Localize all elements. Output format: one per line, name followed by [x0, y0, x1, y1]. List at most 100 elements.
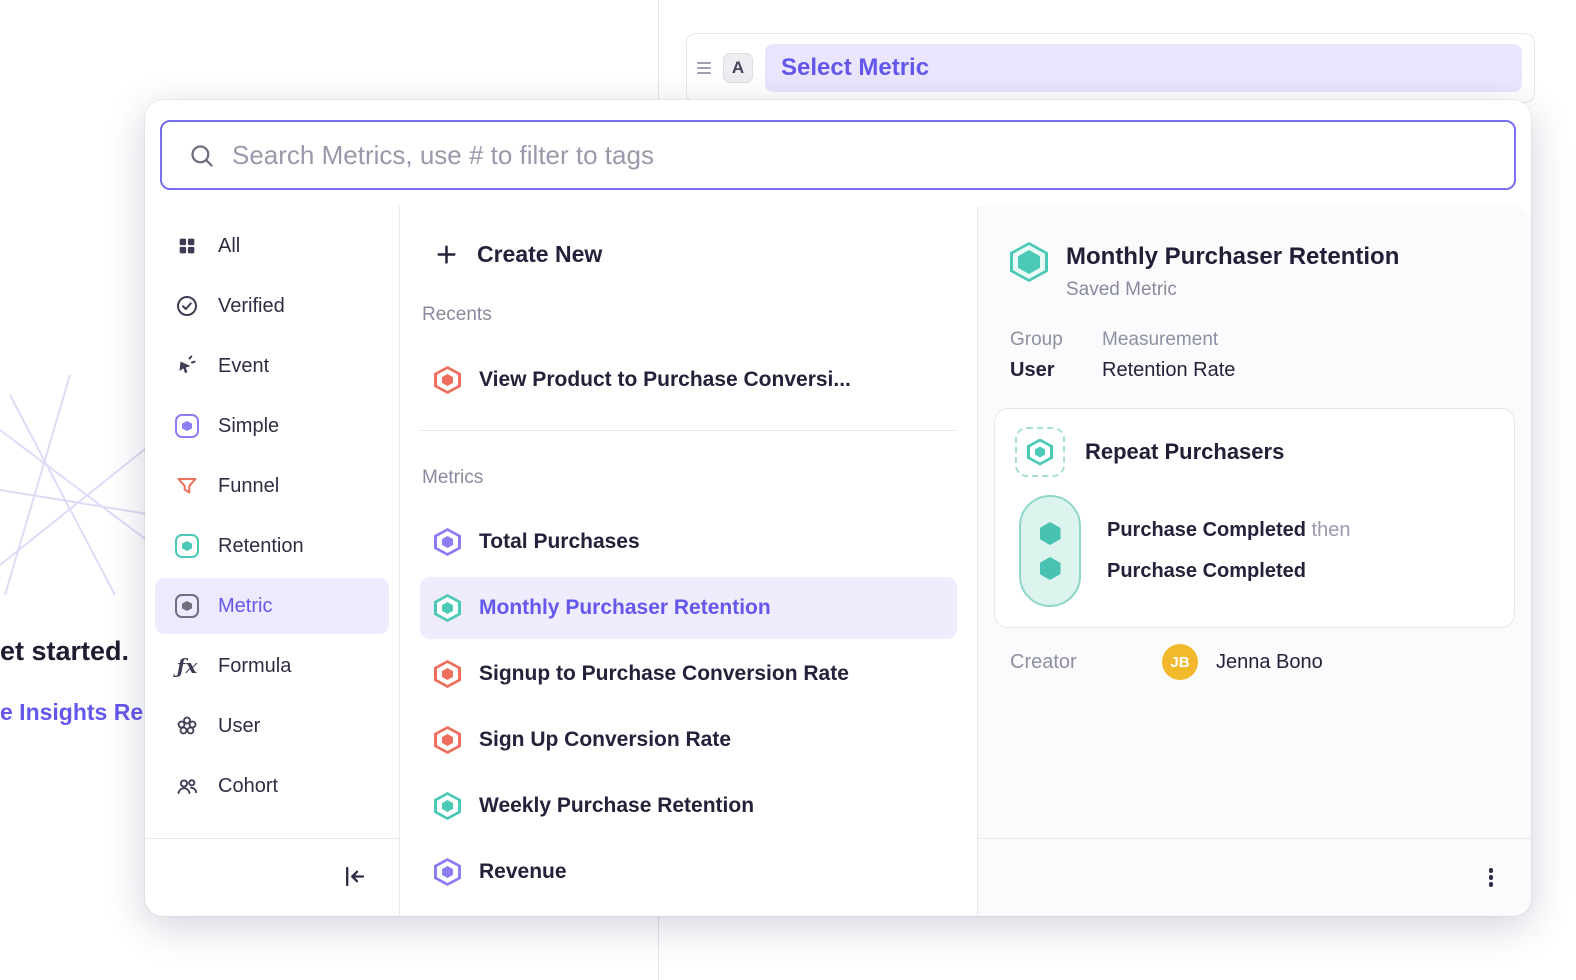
collapse-left-icon [341, 863, 368, 890]
background-heading-cut: et started. [0, 636, 129, 667]
detail-header: Monthly Purchaser Retention Saved Metric [1010, 242, 1515, 301]
results-column: Create New Recents View Product to Purch… [400, 206, 978, 916]
detail-properties: Group User Measurement Retention Rate [1010, 329, 1515, 382]
user-icon [175, 714, 199, 738]
grid-icon [175, 234, 199, 258]
sidebar-item-simple[interactable]: Simple [155, 398, 389, 454]
retention-metric-hexagon-icon [1027, 439, 1053, 466]
creator-avatar: JB [1162, 644, 1198, 680]
step-two-event: Purchase Completed [1107, 560, 1306, 582]
divider [420, 430, 957, 431]
event-cursor-icon [175, 354, 199, 378]
select-metric-label: Select Metric [781, 54, 929, 82]
sidebar-footer [145, 838, 399, 916]
metric-search-modal: All Verified Event Simple [145, 100, 1531, 916]
sidebar-item-all[interactable]: All [155, 218, 389, 274]
metric-icon [175, 594, 199, 618]
sidebar-item-formula[interactable]: ƒx Formula [155, 638, 389, 694]
search-icon [188, 142, 215, 169]
recents-heading: Recents [420, 304, 957, 326]
sidebar-item-label: User [218, 715, 260, 738]
sidebar-item-user[interactable]: User [155, 698, 389, 754]
plus-icon [434, 242, 459, 267]
metric-list-item-selected[interactable]: Monthly Purchaser Retention [420, 577, 957, 639]
step-connector: then [1312, 519, 1351, 541]
metric-item-label: Total Purchases [479, 530, 640, 554]
sidebar-item-label: Metric [218, 595, 272, 618]
simple-metric-hexagon-icon [434, 858, 461, 886]
funnel-icon [175, 474, 199, 498]
funnel-metric-hexagon-icon [434, 726, 461, 754]
sidebar-item-cohort[interactable]: Cohort [155, 758, 389, 814]
simple-metric-hexagon-icon [434, 528, 461, 556]
step-hexagon-icon [1040, 557, 1061, 580]
funnel-metric-hexagon-icon [434, 660, 461, 688]
metric-picker-bar: A Select Metric [686, 33, 1535, 103]
step-one-event: Purchase Completed [1107, 519, 1306, 541]
step-two: Purchase Completed [1107, 551, 1350, 592]
sidebar-item-metric[interactable]: Metric [155, 578, 389, 634]
metric-item-label: Weekly Purchase Retention [479, 794, 754, 818]
search-box [160, 120, 1516, 190]
metric-list-item[interactable]: Total Purchases [420, 511, 957, 573]
creator-name: Jenna Bono [1216, 651, 1323, 674]
recent-metric-label: View Product to Purchase Conversi... [479, 368, 851, 392]
recent-metric-item[interactable]: View Product to Purchase Conversi... [420, 350, 957, 410]
metric-item-label: Monthly Purchaser Retention [479, 596, 771, 620]
step-hexagon-icon [1040, 522, 1061, 545]
metric-list-item[interactable]: Signup to Purchase Conversion Rate [420, 643, 957, 705]
metric-list-item[interactable]: Sign Up Conversion Rate [420, 709, 957, 771]
sidebar-item-verified[interactable]: Verified [155, 278, 389, 334]
metric-definition-card: Repeat Purchasers Purchase Completed the… [994, 408, 1515, 628]
simple-metric-icon [175, 414, 199, 438]
group-value: User [1010, 359, 1102, 382]
sidebar-item-label: Cohort [218, 775, 278, 798]
metric-list: Total Purchases Monthly Purchaser Retent… [420, 511, 957, 903]
search-input[interactable] [232, 122, 1494, 188]
background-link-cut[interactable]: e Insights Re [0, 699, 143, 726]
metric-list-item[interactable]: Revenue [420, 841, 957, 903]
metric-item-label: Revenue [479, 860, 567, 884]
create-new-label: Create New [477, 241, 602, 268]
retention-metric-hexagon-icon [434, 594, 461, 622]
verified-badge-icon [175, 294, 199, 318]
sidebar-item-label: Simple [218, 415, 279, 438]
collapse-sidebar-button[interactable] [339, 863, 369, 893]
retention-steps-pill [1019, 495, 1081, 607]
sidebar-item-label: Formula [218, 655, 291, 678]
metric-detail-panel: Monthly Purchaser Retention Saved Metric… [978, 206, 1531, 916]
sidebar-item-funnel[interactable]: Funnel [155, 458, 389, 514]
retention-metric-hexagon-icon [434, 792, 461, 820]
saved-metric-dashed-icon [1015, 427, 1065, 477]
detail-footer [978, 838, 1531, 916]
detail-type-label: Saved Metric [1066, 279, 1399, 301]
sidebar-item-label: Retention [218, 535, 304, 558]
select-metric-button[interactable]: Select Metric [765, 44, 1522, 92]
sidebar-item-label: Funnel [218, 475, 279, 498]
cohort-icon [175, 774, 199, 798]
search-row [145, 100, 1531, 206]
step-one: Purchase Completed then [1107, 510, 1350, 551]
definition-title: Repeat Purchasers [1085, 439, 1284, 465]
metric-item-label: Signup to Purchase Conversion Rate [479, 662, 849, 686]
sidebar-item-retention[interactable]: Retention [155, 518, 389, 574]
sidebar-item-label: All [218, 235, 240, 258]
metric-list-item[interactable]: Weekly Purchase Retention [420, 775, 957, 837]
more-options-button[interactable] [1485, 862, 1498, 894]
retention-metric-hexagon-icon [1010, 242, 1048, 282]
sidebar-item-label: Verified [218, 295, 285, 318]
detail-title: Monthly Purchaser Retention [1066, 242, 1399, 272]
creator-label: Creator [1010, 651, 1162, 674]
metric-letter-badge[interactable]: A [723, 53, 753, 83]
measurement-value: Retention Rate [1102, 359, 1235, 382]
sidebar-item-label: Event [218, 355, 269, 378]
funnel-metric-hexagon-icon [434, 366, 461, 394]
retention-icon [175, 534, 199, 558]
measurement-label: Measurement [1102, 329, 1235, 351]
formula-icon: ƒx [175, 654, 199, 678]
filter-sidebar: All Verified Event Simple [145, 206, 400, 916]
drag-handle-icon[interactable] [697, 62, 711, 74]
create-new-button[interactable]: Create New [420, 230, 957, 278]
sidebar-item-event[interactable]: Event [155, 338, 389, 394]
group-label: Group [1010, 329, 1102, 351]
